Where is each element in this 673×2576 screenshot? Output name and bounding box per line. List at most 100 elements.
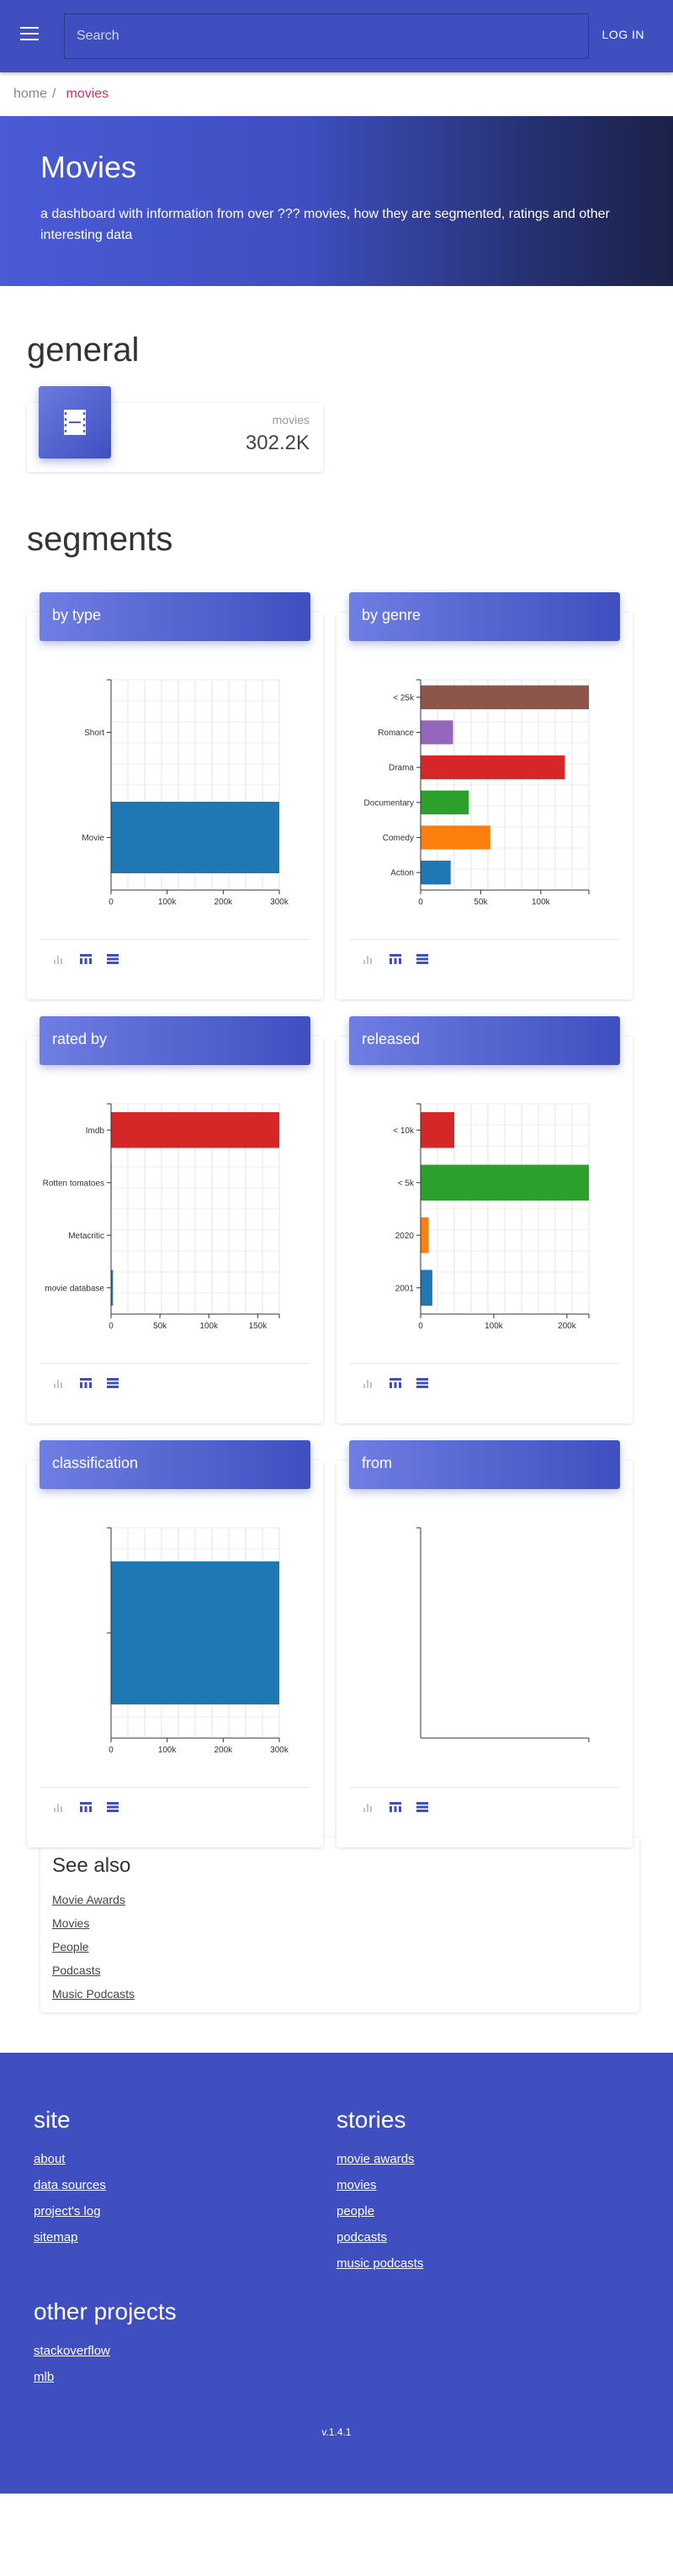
chart-bar <box>421 1112 454 1148</box>
x-tick-label: 300k <box>270 1746 289 1755</box>
footer-link[interactable]: movie awards <box>336 2152 623 2166</box>
see-also-link[interactable]: Podcasts <box>52 1964 628 1977</box>
chart-controls <box>350 939 619 978</box>
login-button[interactable]: LOG IN <box>602 28 644 41</box>
footer-link[interactable]: movies <box>336 2178 623 2192</box>
see-also-link[interactable]: Music Podcasts <box>52 1987 628 2001</box>
footer-other-projects-column: other projects stackoverflow mlb <box>34 2298 320 2396</box>
page-title: Movies <box>40 150 137 184</box>
chart-from <box>416 1527 590 1742</box>
x-tick-label: 0 <box>418 898 423 907</box>
table-columns-icon[interactable] <box>79 1801 93 1813</box>
film-icon <box>64 410 86 435</box>
y-tick-label: 2001 <box>395 1284 415 1293</box>
y-tick-label: Rotten tomatoes <box>43 1179 104 1188</box>
see-also-link[interactable]: People <box>52 1940 628 1953</box>
bar-chart-icon[interactable] <box>52 1801 66 1813</box>
chart-card-by-genre: by genre < 25k Romance Drama Documentary Com… <box>336 592 633 999</box>
chart-header: classification <box>40 1440 310 1489</box>
search-input[interactable] <box>64 13 589 59</box>
footer-link[interactable]: sitemap <box>34 2230 320 2245</box>
menu-icon[interactable] <box>20 27 39 42</box>
chart-controls <box>40 1363 310 1402</box>
table-columns-icon[interactable] <box>389 953 402 965</box>
table-columns-icon[interactable] <box>389 1377 402 1389</box>
list-view-icon[interactable] <box>106 1377 119 1389</box>
list-view-icon[interactable] <box>106 1801 119 1813</box>
chart-bar <box>111 1112 279 1148</box>
chart-bar <box>421 755 565 780</box>
chart-header: released <box>349 1016 620 1065</box>
section-title-segments: segments <box>27 521 173 558</box>
list-view-icon[interactable] <box>106 953 119 965</box>
y-tick-label: Metacritic <box>68 1232 104 1241</box>
y-tick-label: Documentary <box>364 798 414 808</box>
x-tick-label: 300k <box>270 898 289 907</box>
x-tick-label: 200k <box>214 898 233 907</box>
y-tick-label: 2020 <box>395 1232 415 1241</box>
chart-released: < 10k < 5k 2020 2001 0 100k 200k <box>393 1103 590 1331</box>
y-tick-label: Movie <box>82 834 104 843</box>
footer-link[interactable]: stackoverflow <box>34 2344 320 2358</box>
movies-stat-card: movies 302.2K <box>27 386 323 472</box>
stat-label: movies <box>272 413 310 427</box>
footer-link[interactable]: data sources <box>34 2178 320 2192</box>
list-view-icon[interactable] <box>416 953 429 965</box>
bar-chart-icon[interactable] <box>362 953 375 965</box>
see-also-link[interactable]: Movie Awards <box>52 1893 628 1906</box>
y-tick-label: < 10k <box>393 1126 415 1136</box>
chart-controls <box>350 1363 619 1402</box>
x-tick-label: 0 <box>109 1322 114 1331</box>
see-also-link[interactable]: Movies <box>52 1916 628 1930</box>
chart-bar <box>111 1561 279 1704</box>
x-tick-label: 150k <box>249 1322 268 1331</box>
chart-classification: 0 100k 200k 300k <box>107 1527 289 1755</box>
table-columns-icon[interactable] <box>79 953 93 965</box>
chart-card-from: from <box>336 1440 633 1847</box>
chart-rated-by: Imdb Rotten tomatoes Metacritic movie datab… <box>43 1103 280 1331</box>
version-label: v.1.4.1 <box>321 2426 352 2438</box>
chart-controls <box>350 1787 619 1826</box>
bar-chart-icon[interactable] <box>52 1377 66 1389</box>
list-view-icon[interactable] <box>416 1801 429 1813</box>
chart-controls <box>40 1787 310 1826</box>
bar-chart-icon[interactable] <box>362 1801 375 1813</box>
list-view-icon[interactable] <box>416 1377 429 1389</box>
footer-site-column: site about data sources project's log si… <box>34 2107 320 2256</box>
table-columns-icon[interactable] <box>389 1801 402 1813</box>
chart-bar <box>111 802 279 873</box>
chart-by-genre: < 25k Romance Drama Documentary Comedy Action… <box>364 679 590 907</box>
chart-bar <box>421 1217 429 1254</box>
footer-link[interactable]: about <box>34 2152 320 2166</box>
breadcrumb-home-link[interactable]: home <box>13 87 47 102</box>
see-also-title: See also <box>52 1854 131 1877</box>
see-also-panel: See also Movie Awards Movies People Podc… <box>40 1837 639 2012</box>
chart-grid-lines <box>421 679 590 891</box>
bar-chart-icon[interactable] <box>362 1377 375 1389</box>
footer-link[interactable]: mlb <box>34 2370 320 2384</box>
x-tick-label: 50k <box>153 1322 167 1331</box>
footer-link[interactable]: music podcasts <box>336 2256 623 2271</box>
footer-stories-column: stories movie awards movies people podca… <box>336 2107 623 2282</box>
y-tick-label: Drama <box>389 764 414 773</box>
x-tick-label: 0 <box>109 1746 114 1755</box>
chart-header: by genre <box>349 592 620 641</box>
y-tick-label: Imdb <box>86 1126 105 1136</box>
footer-link[interactable]: project's log <box>34 2204 320 2218</box>
breadcrumb-separator: / <box>52 87 56 101</box>
footer-link[interactable]: podcasts <box>336 2230 623 2245</box>
chart-card-released: released < 10k < 5k 2020 2001 0 100k 200k <box>336 1016 633 1423</box>
table-columns-icon[interactable] <box>79 1377 93 1389</box>
section-title-general: general <box>27 331 140 368</box>
site-footer: site about data sources project's log si… <box>0 2053 673 2494</box>
y-tick-label: Action <box>390 869 414 878</box>
stat-value: 302.2K <box>245 432 310 454</box>
y-tick-label: Romance <box>378 729 414 738</box>
x-tick-label: 100k <box>199 1322 219 1331</box>
y-tick-label: movie database <box>45 1284 104 1293</box>
footer-link[interactable]: people <box>336 2204 623 2218</box>
bar-chart-icon[interactable] <box>52 953 66 965</box>
y-tick-label: Comedy <box>383 834 414 843</box>
footer-other-title: other projects <box>34 2298 177 2324</box>
page-description: a dashboard with information from over ?… <box>40 207 610 242</box>
